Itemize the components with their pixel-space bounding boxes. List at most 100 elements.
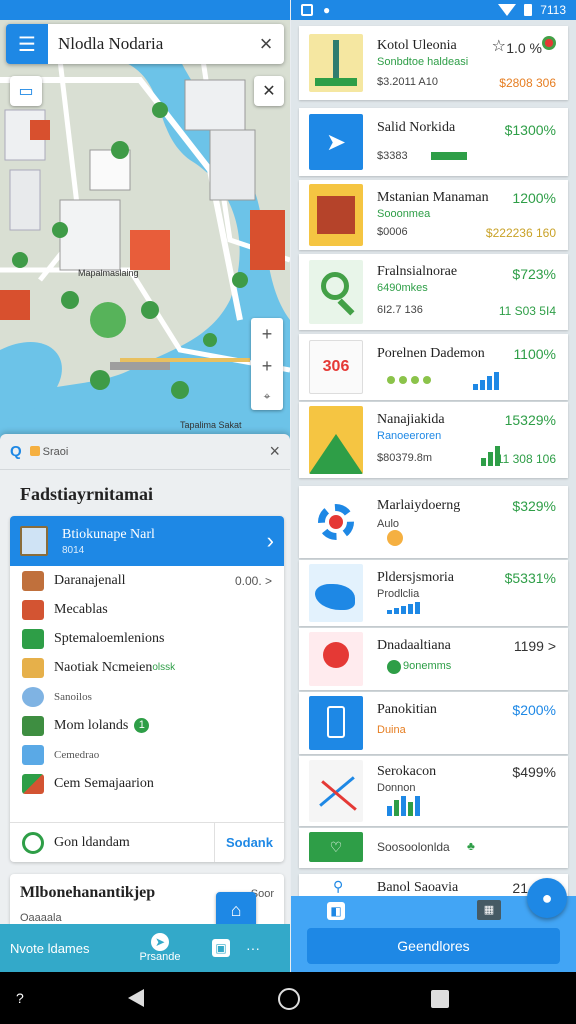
settings-gear-icon [309, 494, 363, 550]
map-view[interactable] [0, 20, 290, 440]
building-icon [309, 184, 363, 246]
list-item-label: Daranajenall [54, 572, 126, 588]
chevron-right-icon: › [266, 528, 274, 553]
list-card[interactable]: Panokitian Duina $200% [299, 692, 568, 754]
close-sheet-icon[interactable]: × [269, 441, 280, 462]
close-icon[interactable]: × [248, 31, 284, 57]
card-price: $723% [512, 266, 556, 282]
home-icon[interactable]: ⌂ [216, 892, 256, 928]
map-canvas[interactable] [0, 20, 290, 440]
left-bottom-bar: Nvote ldames ➤ Prsande ▣ ··· [0, 924, 290, 972]
bottom-bar-center[interactable]: ➤ Prsande [130, 933, 190, 963]
bottom-sheet: Q Sraoi × Fadstiayrnitamai Btiokunape Na… [0, 434, 290, 972]
status-bar [0, 0, 290, 20]
card-title: Soosoolonlda [377, 840, 450, 854]
help-icon[interactable]: ? [16, 990, 24, 1006]
card-price: 1200% [512, 190, 556, 206]
sun-icon [387, 530, 403, 546]
heart-icon: ♡ [309, 832, 363, 862]
card-title: Fralnsialnorae [377, 264, 458, 279]
filter-chip[interactable]: Sraoi [29, 445, 69, 458]
star-icon[interactable]: ☆ [492, 36, 506, 56]
list-card[interactable]: ♡ Soosoolonlda ♣ [299, 828, 568, 868]
list-item-label: Mom lolands [54, 717, 129, 733]
list-item[interactable]: Mecablas [10, 595, 284, 624]
image-icon[interactable]: ▣ [212, 939, 230, 957]
primary-action-button[interactable]: Geendlores [307, 928, 560, 964]
list-card[interactable]: Nanajiakida Ranoeeroren $80379.8m 15329%… [299, 402, 568, 478]
map-place-label: Mapalmaslaing [78, 268, 139, 278]
list-item[interactable]: Sptemaloemlenions [10, 624, 284, 653]
list-item[interactable]: Sanoilos [10, 682, 284, 711]
list-item-label: Sanoilos [54, 690, 92, 703]
landscape-icon [22, 715, 44, 736]
search-bar[interactable]: ☰ Nlodla Nodaria × [6, 24, 284, 64]
pin-icon: ⚲ [333, 878, 344, 894]
list-item-value: 0.00. > [234, 573, 272, 588]
list-item[interactable]: Cemedrao [10, 740, 284, 769]
card-title: Serokacon [377, 764, 437, 779]
profile-icon[interactable]: ● [527, 878, 567, 918]
card-subtitle: Donnon [377, 782, 416, 794]
check-icon [387, 660, 401, 674]
layers-button[interactable]: ▭ [10, 76, 42, 106]
zoom-control[interactable]: + + ⌖ [251, 318, 283, 410]
more-icon[interactable]: ··· [246, 940, 260, 956]
building-icon [20, 526, 48, 556]
camera-icon [22, 744, 44, 765]
list-item[interactable]: Daranajenall 0.00. > [10, 566, 284, 595]
card-meta: $3.2011 A10 [377, 76, 438, 88]
battery-icon [524, 4, 533, 16]
status-bar: ● 7113 [291, 0, 576, 20]
card-title: Dnadaaltiana [377, 638, 451, 653]
location-icon[interactable]: ⌖ [264, 389, 271, 404]
menu-icon[interactable]: ☰ [6, 24, 48, 64]
calendar-icon: 306 [309, 340, 363, 394]
footer-action-button[interactable]: Sodank [214, 822, 284, 862]
bar-chart-icon [387, 602, 420, 614]
list-card[interactable]: 306 Porelnen Dademon 1100% [299, 334, 568, 400]
tools-icon[interactable]: ✕ [254, 76, 284, 106]
list-card[interactable]: Fralnsialnorae 6490mkes 6I2.7 136 $723% … [299, 254, 568, 330]
list-card[interactable]: Serokacon Donnon $499% [299, 756, 568, 826]
list-item-label: Mecablas [54, 601, 108, 617]
store-icon [22, 570, 44, 591]
bookmark-icon[interactable]: ◧ [327, 902, 345, 920]
bottom-bar-label[interactable]: Nvote ldames [0, 941, 130, 956]
list-item[interactable]: Cem Semajaarion [10, 769, 284, 798]
list-item[interactable]: Mom lolands 1 [10, 711, 284, 740]
card-subtitle: 9onemms [403, 660, 452, 672]
recents-icon[interactable] [431, 990, 449, 1008]
list-item-label: Sptemaloemlenions [54, 630, 165, 646]
list-card[interactable]: Marlaiydoerng Aulo $329% [299, 486, 568, 558]
pin-icon [22, 686, 44, 707]
list-card[interactable]: Mstanian Manaman Sooonmea $0006 1200% $2… [299, 180, 568, 250]
list-item-selected[interactable]: Btiokunape Narl 8014 › [10, 516, 284, 566]
count-badge: 1 [134, 718, 150, 733]
home-button-icon[interactable] [278, 988, 300, 1010]
box-icon [22, 657, 44, 678]
right-pane: ● 7113 Kotol Uleonia Sonbdtoe haldeasi $… [291, 0, 576, 972]
left-pane: ☰ Nlodla Nodaria × ▭ ✕ Mapalmaslaing Tap… [0, 0, 290, 972]
zoom-in-icon[interactable]: + [262, 324, 273, 345]
list-card[interactable]: Pldersjsmoria Prodlclia $5331% [299, 560, 568, 626]
card-price: $200% [512, 702, 556, 718]
list-item[interactable]: Naotiak Ncmeien olssk [10, 653, 284, 682]
sheet-header: Q Sraoi × [0, 434, 290, 470]
list-card[interactable]: Kotol Uleonia Sonbdtoe haldeasi $3.2011 … [299, 26, 568, 100]
card-subtitle: Aulo [377, 518, 400, 530]
search-input[interactable]: Nlodla Nodaria [48, 34, 248, 54]
place-list: Btiokunape Narl 8014 › Daranajenall 0.00… [10, 516, 284, 862]
monument-icon [309, 34, 363, 92]
back-icon[interactable] [128, 989, 144, 1007]
filter-chip-label: Sraoi [42, 445, 69, 458]
list-card[interactable]: Dnadaaltiana 9onemms 1199 > [299, 628, 568, 690]
badge-icon [542, 36, 556, 50]
card-meta: $80379.8m [377, 452, 433, 464]
gallery-icon[interactable]: ▦ [477, 900, 501, 920]
zoom-out-icon[interactable]: + [262, 356, 273, 377]
status-time: 7113 [540, 3, 566, 17]
card-meta: 6I2.7 136 [377, 304, 423, 316]
search-icon[interactable]: Q [10, 443, 22, 460]
list-card[interactable]: ➤ Salid Norkida $3383 $1300% [299, 108, 568, 176]
